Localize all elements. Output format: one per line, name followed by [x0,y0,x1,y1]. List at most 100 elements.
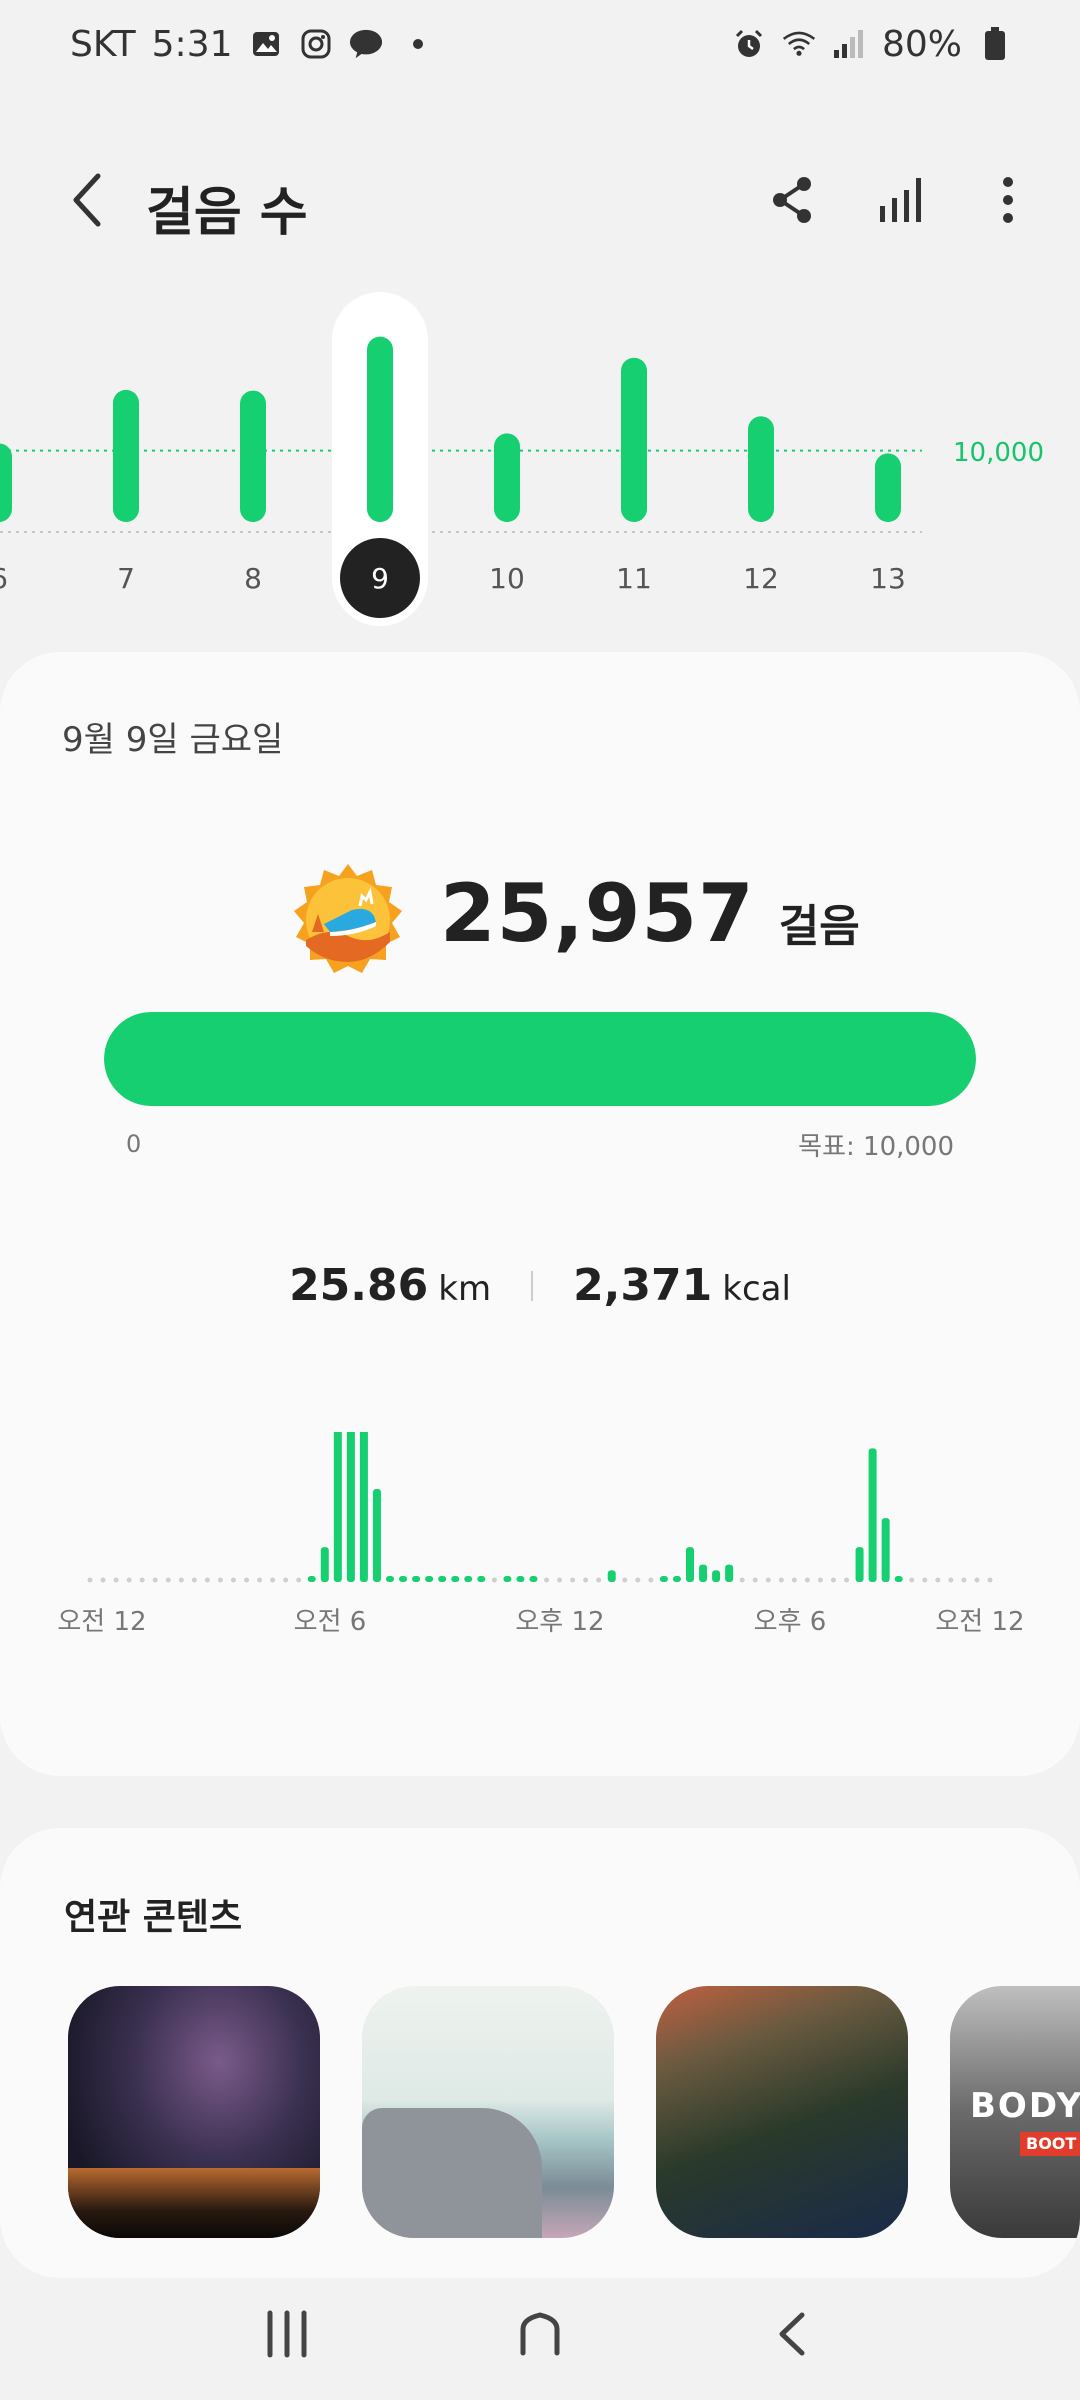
hour-empty-dot [791,1577,797,1583]
day-bar [113,389,139,522]
hour-bar [399,1576,408,1582]
day-bar [494,433,520,522]
alarm-icon [732,27,766,61]
hour-bar [686,1547,694,1582]
hour-bar [438,1576,447,1582]
hour-bar [894,1576,903,1582]
hour-bar [307,1576,316,1582]
hour-empty-dot [204,1577,210,1583]
share-button[interactable] [760,168,824,232]
status-bar: SKT 5:31 80% [0,0,1080,88]
trends-button[interactable] [868,168,932,232]
progress-min-label: 0 [126,1130,142,1158]
back-nav-button[interactable] [748,2289,838,2379]
hour-bar [672,1576,681,1582]
hour-empty-dot [217,1577,223,1583]
app-bar-actions [760,168,1040,232]
hour-bar [699,1564,708,1582]
hour-bar [412,1576,421,1582]
hour-empty-dot [113,1577,119,1583]
related-content-thumbnail[interactable] [68,1986,320,2238]
steps-total-row: 25,957 걸음 [440,867,860,960]
stats-row: 25.86 km 2,371 kcal [0,1260,1080,1311]
hour-empty-dot [804,1577,810,1583]
goal-medal-icon [290,862,406,978]
hour-empty-dot [139,1577,145,1583]
signal-icon [832,27,866,61]
day-label: 11 [616,562,652,595]
hour-empty-dot [191,1577,197,1583]
hour-empty-dot [596,1577,602,1583]
progress-goal-label: 목표: 10,000 [798,1132,954,1162]
home-button[interactable] [495,2289,585,2379]
carrier-label: SKT [70,23,136,65]
hour-empty-dot [100,1577,106,1583]
hour-bar [451,1576,460,1582]
hour-empty-dot [974,1577,980,1583]
calories-unit: kcal [722,1269,791,1309]
weekly-steps-chart[interactable]: 6 7 8 9 10 11 12 13 10,000 [0,290,1080,630]
hour-axis-label: 오전 12 [935,1607,1024,1637]
more-options-button[interactable] [976,168,1040,232]
clock: 5:31 [151,23,233,65]
kakaotalk-notification-icon [349,27,383,61]
share-icon [773,177,811,223]
daily-summary-card: 9월 9일 금요일 25,957 걸음 0 목표: 10,000 25.86 k… [0,652,1080,1776]
hour-bar [372,1489,381,1582]
day-label: 10 [489,562,525,595]
hour-empty-dot [230,1577,236,1583]
day-label: 6 [0,562,8,595]
hour-empty-dot [178,1577,184,1583]
back-arrow-icon [779,2312,805,2356]
hour-empty-dot [830,1577,836,1583]
day-bar [0,443,12,522]
hour-empty-dot [844,1577,850,1583]
hour-bar [712,1570,721,1582]
hour-empty-dot [270,1577,276,1583]
hour-empty-dot [544,1577,550,1583]
hour-axis-label: 오전 12 [57,1607,146,1637]
hour-bar [359,1401,368,1582]
related-content-list: BODY BOOT [68,1986,1080,2238]
hour-empty-dot [909,1577,915,1583]
hour-empty-dot [87,1577,93,1583]
date-label: 9월 9일 금요일 [62,720,284,760]
steps-unit: 걸음 [778,901,860,952]
day-label: 13 [870,562,906,595]
battery-percent: 80% [881,23,962,65]
recent-apps-icon [267,2310,307,2358]
hourly-chart-svg: 오전 12 오전 6 오후 12 오후 6 오전 12 [57,1396,1025,1637]
distance-unit: km [438,1269,492,1309]
related-content-card: 연관 콘텐츠 BODY BOOT [0,1828,1080,2278]
hour-empty-dot [648,1577,654,1583]
hour-bar [333,1407,342,1582]
hour-empty-dot [257,1577,263,1583]
day-bar [875,453,901,522]
bar-chart-icon [880,178,921,222]
hour-bar [881,1518,890,1582]
hour-empty-dot [922,1577,928,1583]
hour-axis-label: 오전 6 [294,1607,367,1637]
related-content-thumbnail[interactable] [656,1986,908,2238]
back-button[interactable] [56,168,120,232]
system-navigation-bar [0,2268,1080,2400]
hour-bar [607,1570,616,1582]
hourly-steps-chart[interactable]: 오전 12 오전 6 오후 12 오후 6 오전 12 [0,1396,1080,1682]
recent-apps-button[interactable] [242,2289,332,2379]
home-icon [520,2312,560,2356]
hour-empty-dot [244,1577,250,1583]
instagram-notification-icon [299,27,333,61]
day-label: 8 [244,562,262,595]
hour-bar [386,1576,394,1582]
related-content-title: 연관 콘텐츠 [64,1897,243,1938]
hour-empty-dot [583,1577,589,1583]
steps-total: 25,957 [440,867,755,960]
hour-bar [659,1576,668,1582]
weekly-goal-label: 10,000 [953,438,1044,468]
hour-empty-dot [948,1577,954,1583]
more-notifications-dot [412,39,423,49]
related-content-thumbnail[interactable] [362,1986,614,2238]
hour-bar [868,1448,877,1582]
related-content-thumbnail[interactable]: BODY BOOT [950,1986,1080,2238]
hour-empty-dot [961,1577,967,1583]
